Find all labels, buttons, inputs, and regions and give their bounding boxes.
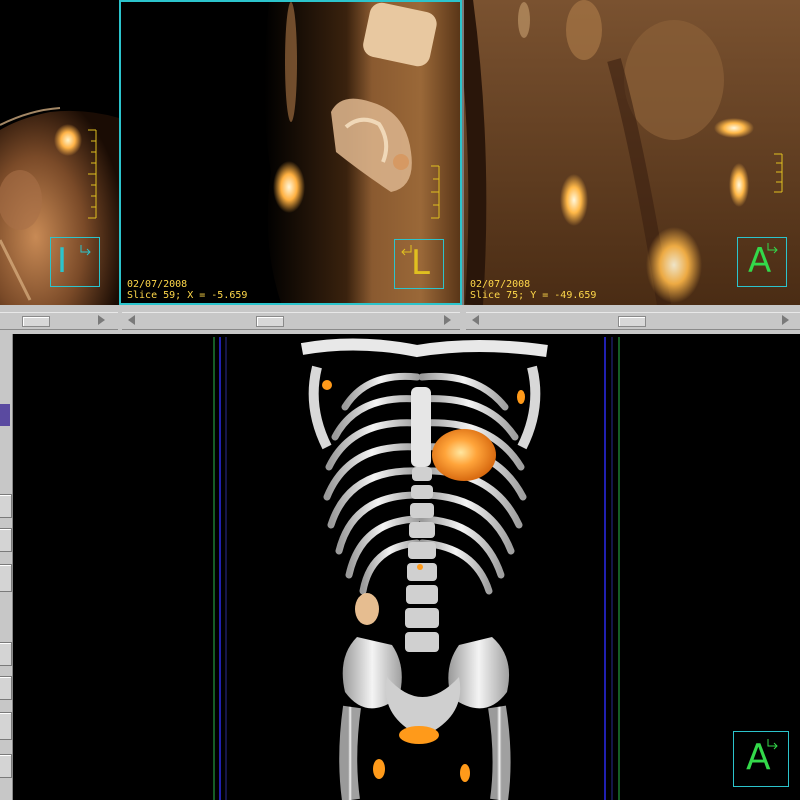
sidebar-tool-button[interactable]: [0, 642, 12, 666]
sidebar-tool-button[interactable]: [0, 676, 12, 700]
sidebar-tool-button[interactable]: [0, 564, 12, 592]
coronal-orientation-marker: A: [737, 237, 787, 287]
sagittal-date: 02/07/2008: [127, 279, 188, 290]
sagittal-scroll-thumb[interactable]: [256, 316, 284, 327]
scroll-right-arrow-icon[interactable]: [782, 315, 789, 325]
sagittal-scale-ruler: [431, 165, 440, 219]
sidebar-tool-button[interactable]: [0, 754, 12, 778]
sagittal-slice-scrollbar[interactable]: [122, 312, 460, 330]
axial-orientation-letter: I: [57, 241, 68, 281]
orientation-arrow-icon: [767, 739, 778, 750]
skeleton-volume-render: [27, 337, 800, 800]
coronal-scroll-thumb[interactable]: [618, 316, 646, 327]
sagittal-orientation-letter: L: [411, 243, 430, 283]
coronal-date: 02/07/2008: [470, 279, 531, 290]
coronal-scale-ruler: [774, 153, 783, 193]
axial-slice-scrollbar[interactable]: [0, 312, 118, 330]
coronal-slice-scrollbar[interactable]: [466, 312, 800, 330]
sagittal-slice-info: Slice 59; X = -5.659: [127, 290, 248, 301]
orientation-arrow-icon: [80, 245, 91, 256]
sidebar-tool-button[interactable]: [0, 494, 12, 518]
orientation-arrow-icon: [767, 243, 778, 254]
scroll-left-arrow-icon[interactable]: [128, 315, 135, 325]
scroll-right-arrow-icon[interactable]: [98, 315, 105, 325]
sagittal-viewport[interactable]: L 02/07/2008 Slice 59; X = -5.659: [119, 0, 462, 305]
scroll-right-arrow-icon[interactable]: [444, 315, 451, 325]
sagittal-orientation-marker: L: [394, 239, 444, 289]
sidebar-tool-button[interactable]: [0, 712, 12, 740]
sidebar-tool-button[interactable]: [0, 528, 12, 552]
render3d-orientation-marker: A: [733, 731, 789, 787]
sidebar-selected-indicator: [0, 404, 10, 426]
tool-sidebar: [0, 334, 13, 800]
axial-orientation-marker: I: [50, 237, 100, 287]
axial-scroll-thumb[interactable]: [22, 316, 50, 327]
coronal-viewport[interactable]: A 02/07/2008 Slice 75; Y = -49.659: [462, 0, 800, 305]
coronal-slice-info: Slice 75; Y = -49.659: [470, 290, 597, 301]
render3d-viewport[interactable]: A: [27, 337, 800, 800]
axial-viewport[interactable]: I: [0, 0, 119, 305]
scroll-left-arrow-icon[interactable]: [472, 315, 479, 325]
axial-scale-ruler: [88, 129, 97, 219]
